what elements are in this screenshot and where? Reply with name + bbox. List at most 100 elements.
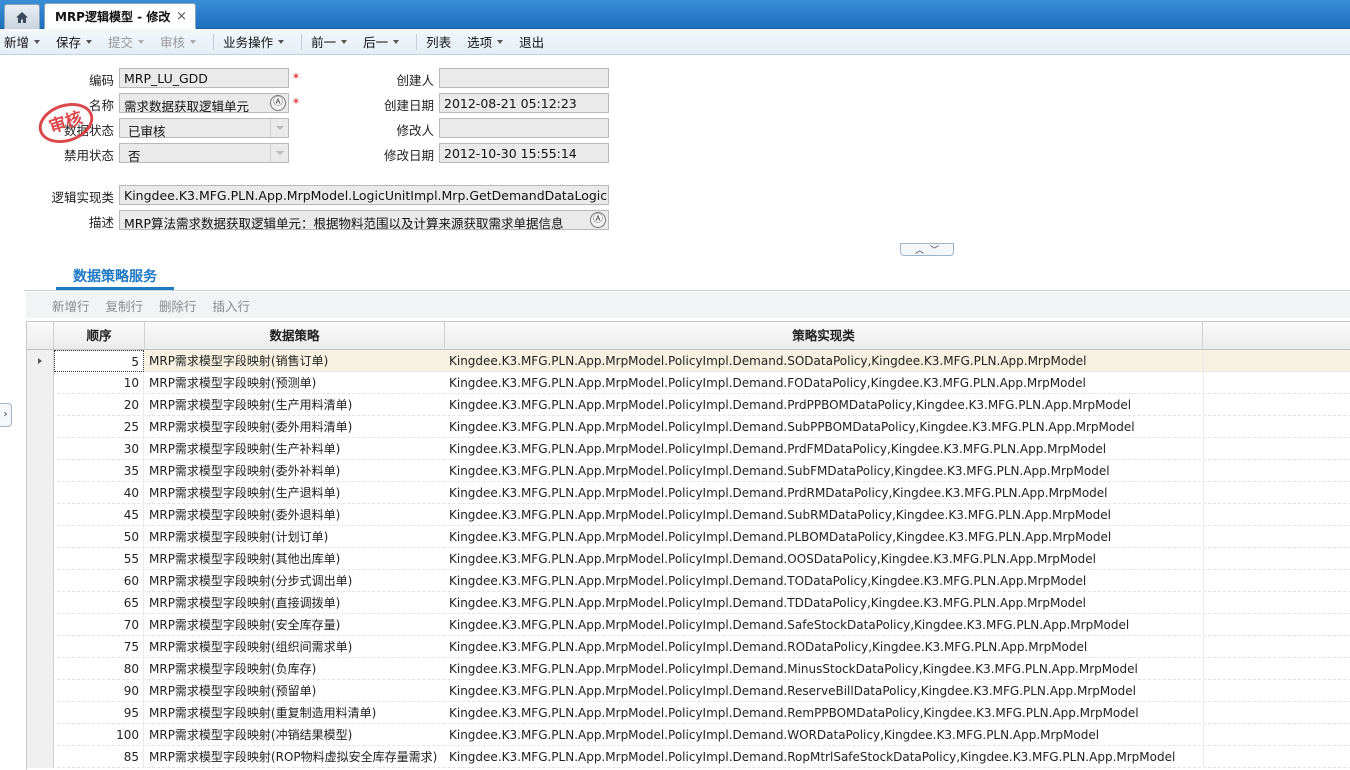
- cell-seq[interactable]: 70: [54, 614, 144, 636]
- row-indicator[interactable]: [27, 746, 54, 768]
- row-indicator[interactable]: [27, 526, 54, 548]
- grid-action-1[interactable]: 复制行: [106, 296, 144, 315]
- row-indicator[interactable]: [27, 570, 54, 592]
- status-select[interactable]: 已审核: [119, 118, 289, 138]
- cell-impl[interactable]: Kingdee.K3.MFG.PLN.App.MrpModel.PolicyIm…: [445, 636, 1202, 658]
- row-indicator[interactable]: [27, 658, 54, 680]
- header-policy[interactable]: 数据策略: [145, 322, 445, 350]
- desc-field[interactable]: MRP算法需求数据获取逻辑单元：根据物料范围以及计算来源获取需求单据信息 Ⓐ: [119, 210, 609, 230]
- table-row[interactable]: 90 MRP需求模型字段映射(预留单) Kingdee.K3.MFG.PLN.App…: [27, 680, 1350, 702]
- cell-seq[interactable]: 55: [54, 548, 144, 570]
- cell-impl[interactable]: Kingdee.K3.MFG.PLN.App.MrpModel.PolicyIm…: [445, 614, 1202, 636]
- header-seq[interactable]: 顺序: [54, 322, 145, 350]
- cell-policy[interactable]: MRP需求模型字段映射(生产用料清单): [145, 394, 444, 416]
- grid-action-3[interactable]: 插入行: [213, 296, 251, 315]
- table-row[interactable]: 30 MRP需求模型字段映射(生产补料单) Kingdee.K3.MFG.PLN.A…: [27, 438, 1350, 460]
- cell-policy[interactable]: MRP需求模型字段映射(ROP物料虚拟安全库存量需求): [145, 746, 444, 768]
- name-field[interactable]: 需求数据获取逻辑单元 Ⓐ: [119, 93, 289, 113]
- cell-policy[interactable]: MRP需求模型字段映射(委外退料单): [145, 504, 444, 526]
- cell-impl[interactable]: Kingdee.K3.MFG.PLN.App.MrpModel.PolicyIm…: [445, 570, 1202, 592]
- tab-data-policy-service[interactable]: 数据策略服务: [56, 266, 174, 290]
- cell-policy[interactable]: MRP需求模型字段映射(重复制造用料清单): [145, 702, 444, 724]
- cell-impl[interactable]: Kingdee.K3.MFG.PLN.App.MrpModel.PolicyIm…: [445, 658, 1202, 680]
- cell-impl[interactable]: Kingdee.K3.MFG.PLN.App.MrpModel.PolicyIm…: [445, 680, 1202, 702]
- table-row[interactable]: 65 MRP需求模型字段映射(直接调拨单) Kingdee.K3.MFG.PLN.A…: [27, 592, 1350, 614]
- multilang-icon[interactable]: Ⓐ: [270, 95, 286, 111]
- cell-seq[interactable]: 90: [54, 680, 144, 702]
- grid-action-2[interactable]: 删除行: [159, 296, 197, 315]
- cell-seq[interactable]: 35: [54, 460, 144, 482]
- row-indicator[interactable]: [27, 438, 54, 460]
- cell-impl[interactable]: Kingdee.K3.MFG.PLN.App.MrpModel.PolicyIm…: [445, 438, 1202, 460]
- toolbar-button-0[interactable]: 新增: [0, 29, 44, 55]
- cell-impl[interactable]: Kingdee.K3.MFG.PLN.App.MrpModel.PolicyIm…: [445, 724, 1202, 746]
- toolbar-button-8[interactable]: 选项: [463, 29, 507, 55]
- table-row[interactable]: 20 MRP需求模型字段映射(生产用料清单) Kingdee.K3.MFG.PLN.…: [27, 394, 1350, 416]
- cell-policy[interactable]: MRP需求模型字段映射(负库存): [145, 658, 444, 680]
- toolbar-button-5[interactable]: 前一: [307, 29, 351, 55]
- toolbar-button-6[interactable]: 后一: [359, 29, 403, 55]
- cell-seq[interactable]: 5: [54, 350, 144, 372]
- row-indicator[interactable]: [27, 636, 54, 658]
- row-indicator[interactable]: [27, 394, 54, 416]
- cell-impl[interactable]: Kingdee.K3.MFG.PLN.App.MrpModel.PolicyIm…: [445, 746, 1202, 768]
- cell-seq[interactable]: 60: [54, 570, 144, 592]
- cell-policy[interactable]: MRP需求模型字段映射(委外用料清单): [145, 416, 444, 438]
- cell-policy[interactable]: MRP需求模型字段映射(冲销结果模型): [145, 724, 444, 746]
- cell-impl[interactable]: Kingdee.K3.MFG.PLN.App.MrpModel.PolicyIm…: [445, 350, 1202, 372]
- table-row[interactable]: 50 MRP需求模型字段映射(计划订单) Kingdee.K3.MFG.PLN.Ap…: [27, 526, 1350, 548]
- row-indicator[interactable]: [27, 482, 54, 504]
- table-row[interactable]: 5 MRP需求模型字段映射(销售订单) Kingdee.K3.MFG.PLN.App…: [27, 350, 1350, 372]
- cell-policy[interactable]: MRP需求模型字段映射(计划订单): [145, 526, 444, 548]
- cell-impl[interactable]: Kingdee.K3.MFG.PLN.App.MrpModel.PolicyIm…: [445, 526, 1202, 548]
- cell-impl[interactable]: Kingdee.K3.MFG.PLN.App.MrpModel.PolicyIm…: [445, 548, 1202, 570]
- table-row[interactable]: 10 MRP需求模型字段映射(预测单) Kingdee.K3.MFG.PLN.App…: [27, 372, 1350, 394]
- row-indicator[interactable]: [27, 416, 54, 438]
- cell-seq[interactable]: 50: [54, 526, 144, 548]
- table-row[interactable]: 75 MRP需求模型字段映射(组织间需求单) Kingdee.K3.MFG.PLN.…: [27, 636, 1350, 658]
- cell-impl[interactable]: Kingdee.K3.MFG.PLN.App.MrpModel.PolicyIm…: [445, 482, 1202, 504]
- cell-policy[interactable]: MRP需求模型字段映射(生产退料单): [145, 482, 444, 504]
- row-indicator[interactable]: [27, 724, 54, 746]
- cell-policy[interactable]: MRP需求模型字段映射(预留单): [145, 680, 444, 702]
- cell-seq[interactable]: 85: [54, 746, 144, 768]
- toolbar-button-7[interactable]: 列表: [422, 29, 455, 55]
- row-indicator[interactable]: [27, 548, 54, 570]
- tab-mrp-logic-model[interactable]: MRP逻辑模型 - 修改 ×: [44, 3, 196, 29]
- cell-policy[interactable]: MRP需求模型字段映射(分步式调出单): [145, 570, 444, 592]
- cell-impl[interactable]: Kingdee.K3.MFG.PLN.App.MrpModel.PolicyIm…: [445, 372, 1202, 394]
- create-date-field[interactable]: 2012-08-21 05:12:23: [439, 93, 609, 113]
- impl-field[interactable]: Kingdee.K3.MFG.PLN.App.MrpModel.LogicUni…: [119, 185, 609, 205]
- cell-seq[interactable]: 20: [54, 394, 144, 416]
- cell-seq[interactable]: 80: [54, 658, 144, 680]
- cell-seq[interactable]: 75: [54, 636, 144, 658]
- cell-seq[interactable]: 40: [54, 482, 144, 504]
- table-row[interactable]: 80 MRP需求模型字段映射(负库存) Kingdee.K3.MFG.PLN.App…: [27, 658, 1350, 680]
- modifier-field[interactable]: [439, 118, 609, 138]
- close-icon[interactable]: ×: [176, 9, 187, 24]
- cell-policy[interactable]: MRP需求模型字段映射(预测单): [145, 372, 444, 394]
- modify-date-field[interactable]: 2012-10-30 15:55:14: [439, 143, 609, 163]
- row-indicator[interactable]: [27, 460, 54, 482]
- cell-policy[interactable]: MRP需求模型字段映射(安全库存量): [145, 614, 444, 636]
- row-indicator[interactable]: [27, 680, 54, 702]
- cell-impl[interactable]: Kingdee.K3.MFG.PLN.App.MrpModel.PolicyIm…: [445, 702, 1202, 724]
- forbid-select[interactable]: 否: [119, 143, 289, 163]
- cell-impl[interactable]: Kingdee.K3.MFG.PLN.App.MrpModel.PolicyIm…: [445, 460, 1202, 482]
- creator-field[interactable]: [439, 68, 609, 88]
- table-row[interactable]: 25 MRP需求模型字段映射(委外用料清单) Kingdee.K3.MFG.PLN.…: [27, 416, 1350, 438]
- multilang-icon[interactable]: Ⓐ: [590, 212, 606, 228]
- toolbar-button-2[interactable]: 提交: [104, 29, 148, 55]
- collapse-toggle[interactable]: ︿ ﹀: [900, 243, 954, 256]
- cell-impl[interactable]: Kingdee.K3.MFG.PLN.App.MrpModel.PolicyIm…: [445, 504, 1202, 526]
- cell-impl[interactable]: Kingdee.K3.MFG.PLN.App.MrpModel.PolicyIm…: [445, 416, 1202, 438]
- table-row[interactable]: 35 MRP需求模型字段映射(委外补料单) Kingdee.K3.MFG.PLN.A…: [27, 460, 1350, 482]
- cell-seq[interactable]: 25: [54, 416, 144, 438]
- side-panel-toggle[interactable]: ›: [0, 403, 12, 427]
- header-impl[interactable]: 策略实现类: [445, 322, 1203, 350]
- row-indicator[interactable]: [27, 592, 54, 614]
- table-row[interactable]: 60 MRP需求模型字段映射(分步式调出单) Kingdee.K3.MFG.PLN.…: [27, 570, 1350, 592]
- row-indicator[interactable]: [27, 372, 54, 394]
- home-tab[interactable]: [4, 4, 40, 29]
- cell-policy[interactable]: MRP需求模型字段映射(生产补料单): [145, 438, 444, 460]
